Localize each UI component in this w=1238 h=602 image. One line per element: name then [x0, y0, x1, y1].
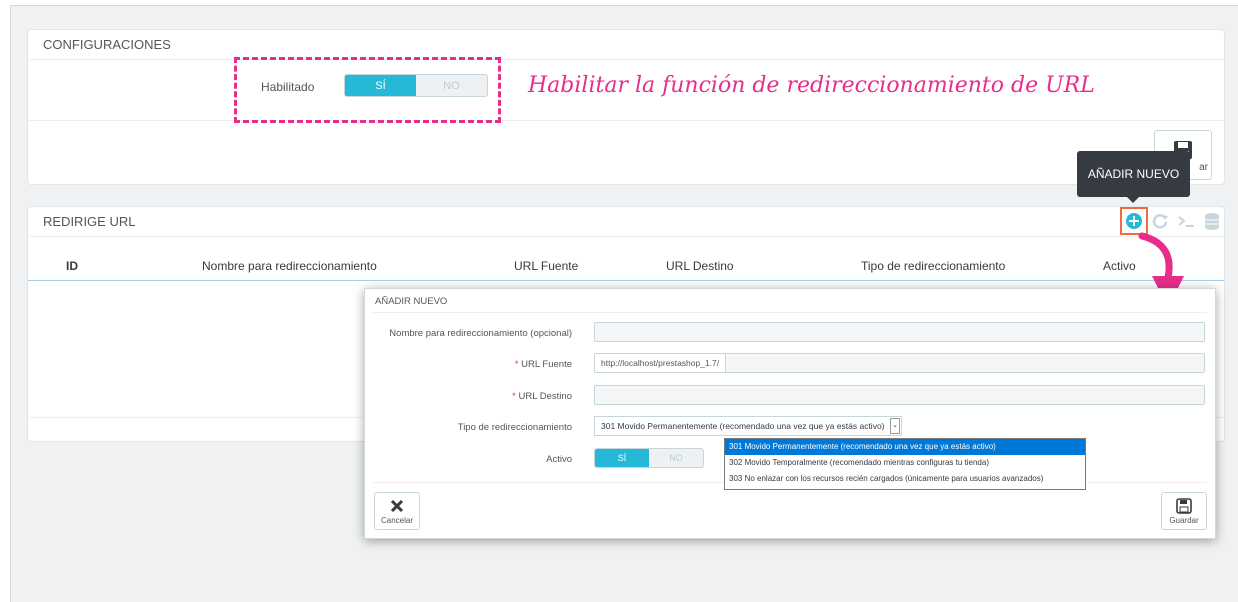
enabled-highlight [234, 57, 501, 123]
dest-label-text: URL Destino [518, 391, 572, 402]
chevron-down-icon: ⌄ [890, 418, 900, 434]
type-option[interactable]: 301 Movido Permanentemente (recomendado … [725, 439, 1085, 455]
source-label-text: URL Fuente [521, 359, 572, 370]
cancel-label: Cancelar [380, 516, 413, 525]
type-select[interactable]: 301 Movido Permanentemente (recomendado … [594, 416, 902, 436]
config-save-label: ar [1199, 162, 1208, 173]
active-switch[interactable]: SÍ NO [594, 448, 704, 468]
type-select-value: 301 Movido Permanentemente (recomendado … [601, 421, 885, 431]
save-button[interactable]: Guardar [1161, 492, 1207, 530]
tooltip: AÑADIR NUEVO [1077, 151, 1190, 197]
col-type: Tipo de redireccionamiento [861, 259, 1006, 273]
add-new-icon[interactable] [1124, 211, 1144, 231]
database-icon[interactable] [1202, 211, 1222, 231]
config-heading: CONFIGURACIONES [28, 30, 1224, 60]
col-id: ID [66, 259, 78, 273]
active-yes[interactable]: SÍ [595, 449, 649, 467]
config-panel: CONFIGURACIONES Habilitado SÍ NO ar [27, 29, 1225, 185]
active-no[interactable]: NO [649, 449, 703, 467]
save-icon [1176, 498, 1192, 514]
col-active: Activo [1103, 259, 1136, 273]
save-label: Guardar [1169, 516, 1199, 525]
tooltip-arrow [1127, 197, 1139, 203]
annotation-text: Habilitar la función de redireccionamien… [528, 73, 1095, 98]
redirect-heading: REDIRIGE URL [28, 207, 1224, 237]
type-dropdown-list: 301 Movido Permanentemente (recomendado … [724, 438, 1086, 490]
name-input[interactable] [594, 322, 1205, 342]
table-header: ID Nombre para redireccionamiento URL Fu… [28, 251, 1224, 281]
cancel-button[interactable]: Cancelar [374, 492, 420, 530]
modal-heading: AÑADIR NUEVO [375, 296, 448, 307]
type-option[interactable]: 302 Movido Temporalmente (recomendado mi… [725, 455, 1085, 471]
type-option[interactable]: 303 No enlazar con los recursos recién c… [725, 471, 1085, 487]
close-icon [390, 499, 404, 513]
modal-heading-divider [373, 312, 1207, 313]
name-label: Nombre para redireccionamiento (opcional… [389, 328, 572, 339]
tooltip-text: AÑADIR NUEVO [1087, 167, 1180, 181]
col-dest: URL Destino [666, 259, 734, 273]
dest-label: * URL Destino [365, 391, 572, 402]
source-prefix: http://localhost/prestashop_1.7/ [595, 354, 727, 372]
refresh-icon[interactable] [1150, 211, 1170, 231]
col-name: Nombre para redireccionamiento [202, 259, 377, 273]
dest-input[interactable] [594, 385, 1205, 405]
add-new-modal: AÑADIR NUEVO Nombre para redireccionamie… [364, 288, 1216, 539]
active-label: Activo [546, 454, 572, 465]
source-input[interactable]: http://localhost/prestashop_1.7/ [594, 353, 1205, 373]
source-label: * URL Fuente [365, 359, 572, 370]
type-label: Tipo de redireccionamiento [457, 422, 572, 433]
footer-divider [28, 120, 1224, 121]
col-source: URL Fuente [514, 259, 579, 273]
sql-manager-icon[interactable] [1176, 211, 1196, 231]
